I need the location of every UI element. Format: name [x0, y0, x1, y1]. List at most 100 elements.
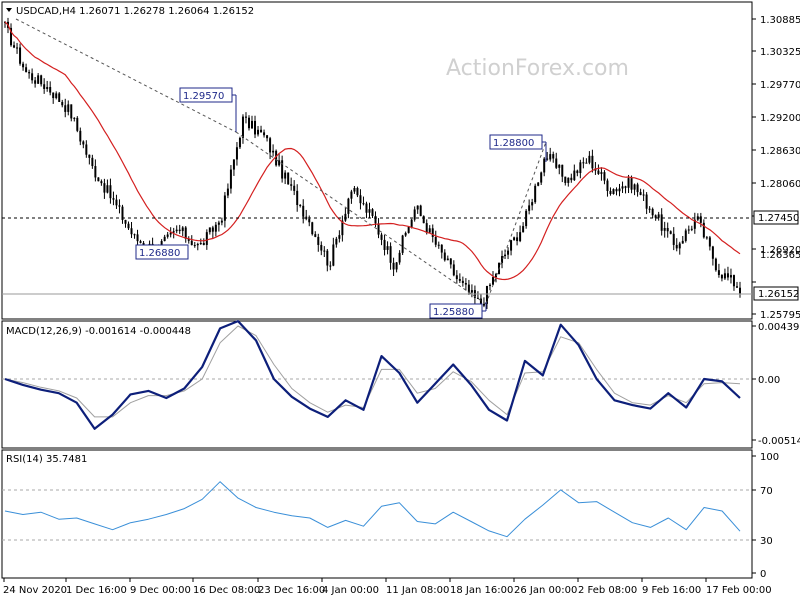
x-tick: 18 Jan 16:00	[450, 585, 513, 596]
candle-body	[88, 154, 91, 158]
candle-body	[729, 275, 732, 278]
candle-body	[726, 273, 729, 278]
candle-body	[579, 162, 582, 174]
x-tick: 9 Dec 00:00	[130, 585, 191, 596]
x-tick: 17 Feb 00:00	[706, 585, 772, 596]
rsi-panel	[1, 449, 753, 579]
candle-body	[344, 213, 347, 221]
candle-body	[365, 203, 368, 213]
candle-body	[40, 75, 43, 85]
candle-body	[642, 194, 645, 196]
candle-body	[205, 232, 208, 245]
candle-body	[410, 219, 413, 227]
candle-body	[25, 67, 28, 73]
candle-body	[251, 120, 254, 129]
candle-body	[184, 227, 187, 239]
candle-body	[531, 202, 534, 206]
candle-body	[100, 181, 103, 184]
candle-body	[103, 183, 106, 193]
candle-body	[133, 234, 136, 236]
candle-body	[220, 220, 223, 223]
x-tick: 23 Dec 16:00	[258, 585, 325, 596]
candle-body	[244, 116, 247, 118]
candle-body	[504, 254, 507, 257]
candle-body	[377, 223, 380, 235]
candle-body	[43, 84, 46, 89]
candle-body	[172, 231, 175, 233]
candle-body	[347, 198, 350, 214]
candle-body	[678, 243, 681, 249]
annotation-1-25880: 1.25880	[429, 302, 487, 319]
price-tick: 1.29770	[760, 80, 800, 91]
candle-body	[398, 252, 401, 263]
candle-body	[425, 223, 428, 233]
macd-tick: 0.004396	[758, 322, 800, 333]
x-tick: 2 Feb 08:00	[578, 585, 637, 596]
candle-body	[130, 228, 133, 235]
candle-body	[585, 162, 588, 164]
candle-body	[34, 80, 37, 84]
candle-body	[507, 250, 510, 255]
candle-body	[681, 240, 684, 244]
candle-body	[428, 228, 431, 233]
candle-body	[383, 239, 386, 250]
svg-text:1.28800: 1.28800	[493, 138, 534, 149]
candle-body	[687, 229, 690, 231]
candle-body	[612, 189, 615, 194]
candle-body	[115, 199, 118, 206]
candle-body	[528, 205, 531, 211]
candle-body	[443, 252, 446, 261]
rsi-tick: 70	[760, 486, 773, 497]
candle-body	[567, 177, 570, 183]
price-tick: 1.26365	[760, 250, 800, 261]
x-tick: 11 Jan 08:00	[386, 585, 449, 596]
candle-body	[196, 243, 199, 246]
macd-tick: -0.005144	[758, 436, 800, 447]
candle-body	[91, 157, 94, 167]
candle-body	[238, 137, 241, 148]
price-tick: 1.28630	[760, 146, 800, 157]
candle-body	[482, 303, 485, 306]
candle-body	[293, 185, 296, 191]
candle-body	[374, 215, 377, 224]
candle-body	[55, 93, 58, 99]
candle-body	[510, 240, 513, 251]
candle-body	[49, 87, 52, 93]
candle-body	[226, 188, 229, 196]
candle-body	[260, 129, 263, 133]
svg-text:1.26880: 1.26880	[139, 248, 180, 259]
candle-body	[82, 141, 85, 145]
candle-body	[359, 195, 362, 204]
candle-body	[214, 224, 217, 232]
candle-body	[452, 264, 455, 276]
x-tick: 24 Nov 2020	[3, 585, 67, 596]
candle-body	[491, 277, 494, 285]
candle-body	[588, 155, 591, 163]
candle-body	[199, 243, 202, 245]
candle-body	[464, 282, 467, 285]
candle-body	[284, 172, 287, 179]
candle-body	[329, 265, 332, 267]
candle-body	[109, 185, 112, 199]
candle-body	[645, 194, 648, 209]
macd-panel	[1, 320, 753, 449]
x-axis: 24 Nov 2020 1 Dec 16:00 9 Dec 00:00 16 D…	[3, 578, 772, 596]
candle-body	[326, 250, 329, 266]
annotation-1-26880: 1.26880	[135, 244, 189, 260]
candle-body	[52, 92, 55, 99]
price-header: USDCAD,H4 1.26071 1.26278 1.26064 1.2615…	[16, 6, 254, 17]
candle-body	[202, 243, 205, 245]
candle-body	[320, 244, 323, 251]
candle-body	[606, 180, 609, 192]
candle-body	[223, 195, 226, 221]
candle-body	[257, 129, 260, 135]
candle-body	[311, 222, 314, 235]
candle-body	[446, 258, 449, 261]
candle-body	[211, 227, 214, 232]
candle-body	[76, 117, 79, 131]
watermark: ActionForex.com	[446, 56, 629, 81]
price-panel	[1, 1, 753, 320]
candle-body	[118, 205, 121, 207]
candle-body	[263, 132, 266, 136]
candle-body	[19, 47, 22, 64]
